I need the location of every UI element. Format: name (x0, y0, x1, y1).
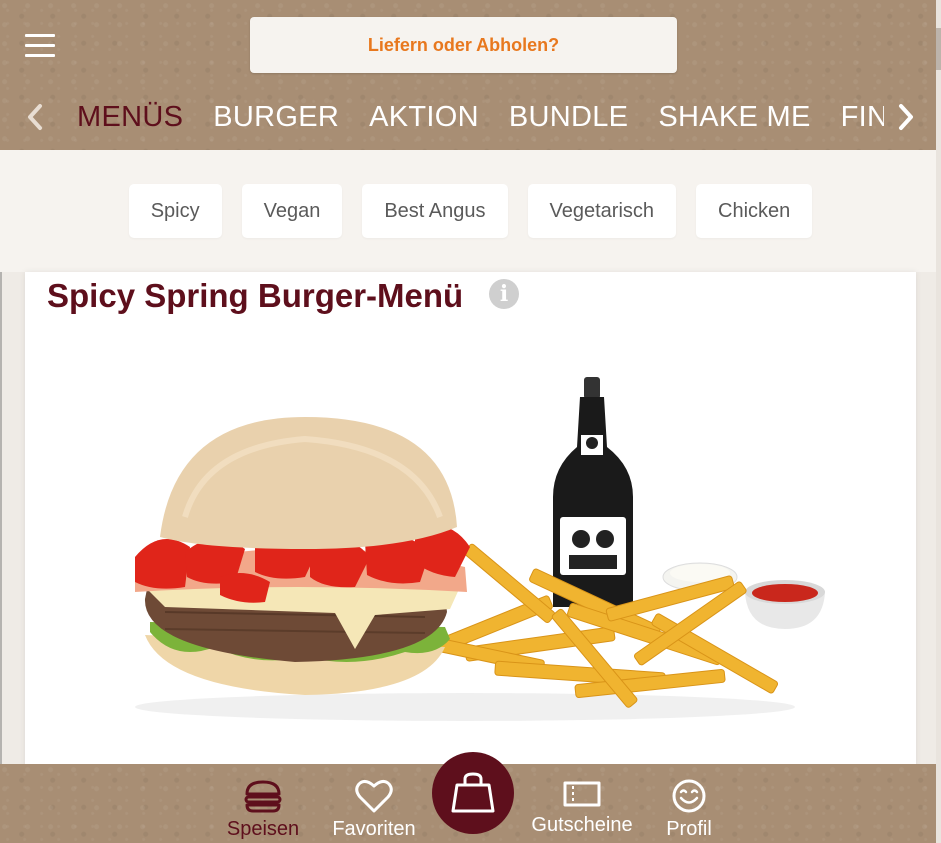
tab-menus[interactable]: MENÜS (77, 88, 183, 146)
tab-shake-me[interactable]: SHAKE ME (658, 88, 810, 146)
category-tabs: MENÜS BURGER AKTION BUNDLE SHAKE ME FINGER (62, 88, 884, 146)
nav-item-speisen[interactable]: Speisen (218, 764, 308, 843)
smiley-icon (672, 779, 706, 813)
filter-chip-spicy[interactable]: Spicy (128, 184, 222, 238)
nav-label-favoriten: Favoriten (332, 818, 416, 840)
filter-chip-best-angus[interactable]: Best Angus (362, 184, 508, 238)
nav-item-profil[interactable]: Profil (654, 764, 724, 843)
voucher-ticket-icon (563, 781, 601, 807)
scrollbar-track[interactable] (936, 0, 941, 843)
delivery-or-pickup-button[interactable]: Liefern oder Abholen? (250, 17, 677, 73)
nav-label-gutscheine: Gutscheine (531, 814, 633, 836)
nav-item-favoriten[interactable]: Favoriten (326, 764, 422, 843)
top-header: Liefern oder Abholen? MENÜS BURGER AKTION B… (0, 0, 941, 150)
tab-aktion[interactable]: AKTION (369, 88, 479, 146)
tab-bundle[interactable]: BUNDLE (509, 88, 628, 146)
info-icon[interactable]: i (489, 279, 519, 309)
tab-burger[interactable]: BURGER (213, 88, 339, 146)
product-card[interactable]: Spicy Spring Burger-Menü i (25, 272, 916, 772)
product-title: Spicy Spring Burger-Menü (47, 277, 464, 314)
cart-button[interactable] (432, 752, 514, 834)
chevron-right-icon[interactable] (895, 102, 917, 132)
shopping-bag-icon (451, 772, 495, 813)
nav-item-gutscheine[interactable]: Gutscheine (528, 764, 636, 843)
category-nav: MENÜS BURGER AKTION BUNDLE SHAKE ME FINGER (0, 88, 941, 146)
burger-menu-meal-image (135, 377, 825, 721)
nav-label-profil: Profil (666, 818, 712, 840)
tab-finger[interactable]: FINGER (841, 88, 884, 146)
heart-icon (355, 779, 393, 813)
filter-chip-vegetarisch[interactable]: Vegetarisch (527, 184, 677, 238)
hamburger-menu-icon[interactable] (25, 34, 55, 58)
nav-label-speisen: Speisen (226, 818, 300, 840)
scrollbar-thumb[interactable] (936, 28, 941, 70)
filter-bar: Spicy Vegan Best Angus Vegetarisch Chick… (0, 150, 941, 272)
burger-icon (244, 780, 282, 813)
chevron-left-icon[interactable] (24, 102, 46, 132)
filter-chip-vegan[interactable]: Vegan (241, 184, 343, 238)
filter-chip-chicken[interactable]: Chicken (696, 184, 813, 238)
